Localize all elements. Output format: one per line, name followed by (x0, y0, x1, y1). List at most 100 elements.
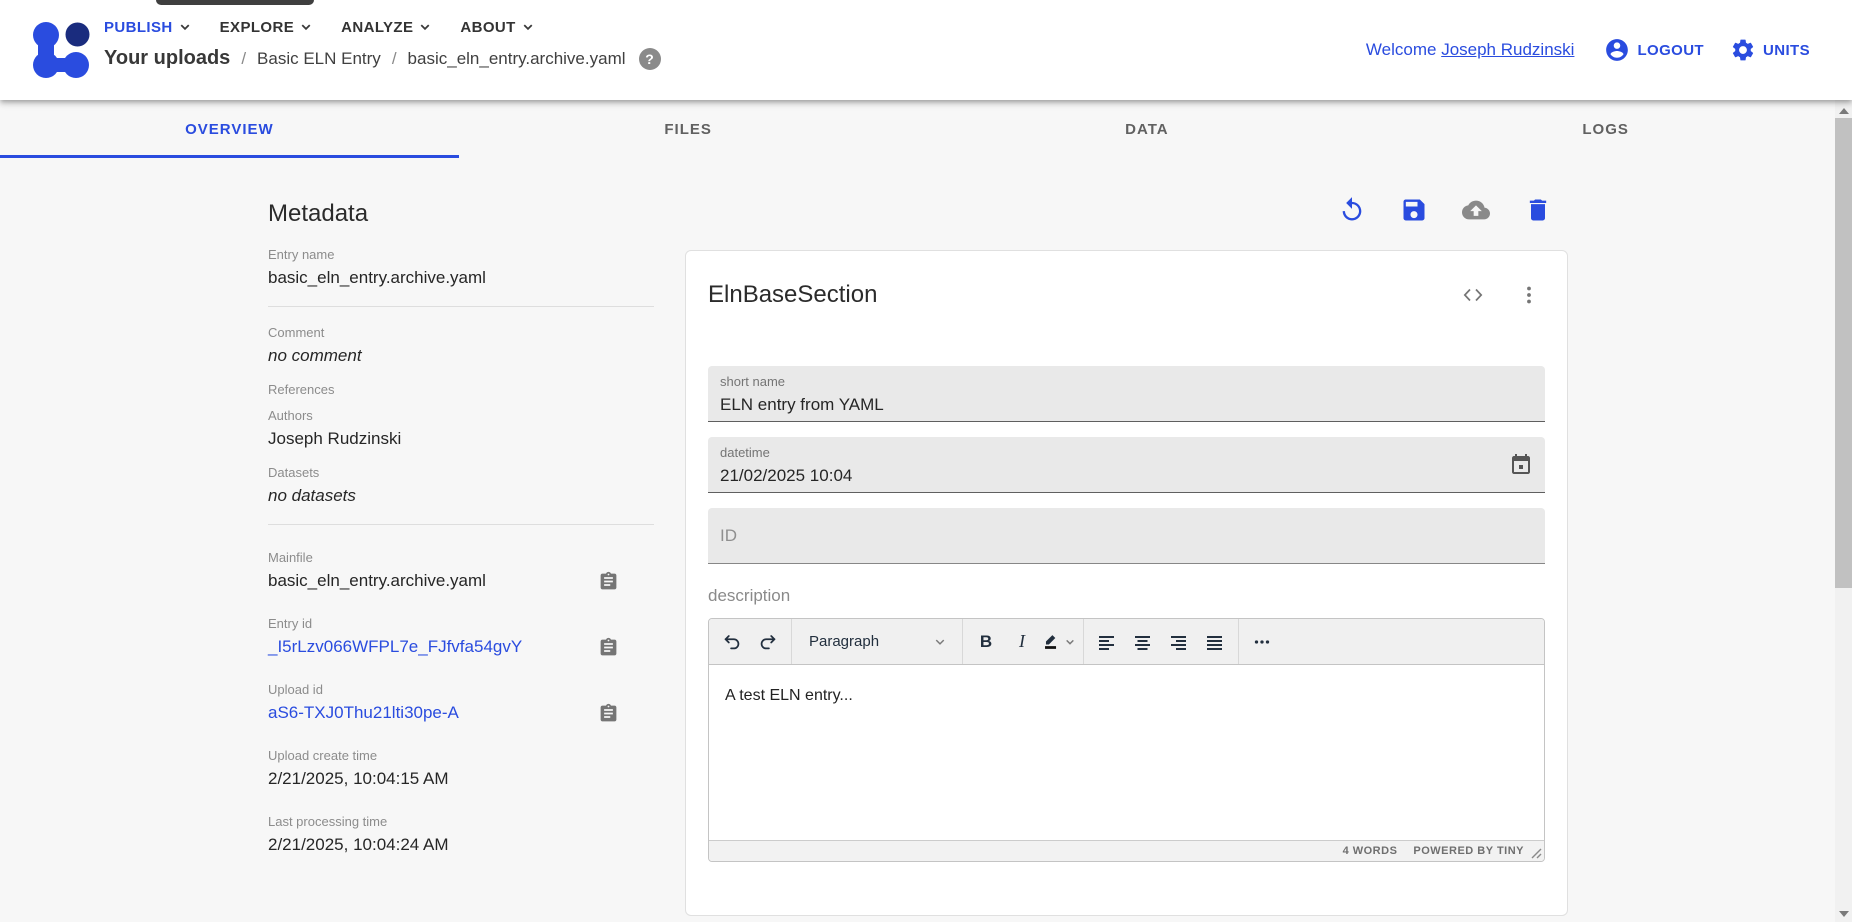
description-editable-area[interactable]: A test ELN entry... (709, 665, 1544, 840)
upload-id-value[interactable]: aS6-TXJ0Thu21lti30pe-A (268, 699, 654, 726)
upload-create-time-label: Upload create time (268, 747, 654, 765)
code-view-button[interactable] (1461, 283, 1485, 307)
copy-entry-id-button[interactable] (598, 637, 619, 658)
datasets-field: Datasets no datasets (268, 464, 654, 509)
menu-publish[interactable]: PUBLISH (104, 18, 194, 36)
chevron-down-icon (416, 18, 434, 36)
italic-button[interactable]: I (1004, 624, 1040, 660)
entry-name-field: Entry name basic_eln_entry.archive.yaml (268, 246, 654, 291)
help-icon[interactable]: ? (639, 48, 661, 70)
save-button[interactable] (1400, 196, 1428, 224)
screen-artifact-bar (156, 0, 314, 5)
chevron-down-icon (1062, 634, 1078, 650)
last-processing-time-value: 2/21/2025, 10:04:24 AM (268, 831, 654, 858)
section-menu-button[interactable] (1517, 283, 1541, 307)
mainfile-label: Mainfile (268, 549, 654, 567)
align-left-button[interactable] (1089, 624, 1125, 660)
menu-publish-label: PUBLISH (104, 19, 173, 36)
welcome-text: Welcome Joseph Rudzinski (1366, 40, 1575, 60)
chevron-down-icon (931, 633, 949, 651)
menu-explore[interactable]: EXPLORE (220, 18, 315, 36)
short-name-input[interactable]: short name ELN entry from YAML (708, 366, 1545, 422)
rich-text-editor: Paragraph B I (708, 618, 1545, 862)
tab-files[interactable]: FILES (459, 100, 918, 158)
breadcrumb-upload-name[interactable]: Basic ELN Entry (257, 49, 381, 69)
gear-icon (1730, 37, 1756, 63)
tab-data[interactable]: DATA (918, 100, 1377, 158)
word-count: 4 WORDS (1343, 845, 1398, 857)
entry-id-value[interactable]: _I5rLzv066WFPL7e_FJfvfa54gvY (268, 633, 654, 660)
references-label: References (268, 381, 654, 399)
tiny-branding[interactable]: POWERED BY TINY (1413, 845, 1524, 857)
tab-overview[interactable]: OVERVIEW (0, 100, 459, 158)
upload-button[interactable] (1462, 196, 1490, 224)
last-processing-time-field: Last processing time 2/21/2025, 10:04:24… (268, 813, 654, 858)
text-color-button[interactable] (1040, 631, 1078, 653)
copy-mainfile-button[interactable] (598, 571, 619, 592)
breadcrumb-your-uploads[interactable]: Your uploads (104, 47, 230, 70)
menu-analyze[interactable]: ANALYZE (341, 18, 434, 36)
mainfile-value: basic_eln_entry.archive.yaml (268, 567, 654, 594)
main-menu: PUBLISH EXPLORE ANALYZE ABOUT (104, 18, 537, 36)
datepicker-button[interactable] (1509, 453, 1533, 477)
scrollbar-thumb[interactable] (1835, 118, 1852, 588)
scroll-up-button[interactable] (1835, 102, 1852, 119)
last-processing-time-label: Last processing time (268, 813, 654, 831)
ellipsis-icon (1251, 631, 1273, 653)
save-icon (1400, 196, 1428, 224)
references-field: References (268, 381, 654, 399)
editor-toolbar: Paragraph B I (709, 619, 1544, 665)
menu-explore-label: EXPLORE (220, 19, 294, 36)
short-name-label: short name (720, 374, 1533, 390)
align-justify-button[interactable] (1197, 624, 1233, 660)
copy-upload-id-button[interactable] (598, 703, 619, 724)
app-header: PUBLISH EXPLORE ANALYZE ABOUT Your uploa… (0, 0, 1852, 100)
comment-value: no comment (268, 342, 654, 369)
authors-value: Joseph Rudzinski (268, 425, 654, 452)
units-label: UNITS (1763, 42, 1810, 59)
id-label: ID (720, 526, 737, 546)
clipboard-icon (598, 703, 619, 724)
upload-create-time-value: 2/21/2025, 10:04:15 AM (268, 765, 654, 792)
paragraph-style-select[interactable]: Paragraph (797, 633, 957, 651)
delete-button[interactable] (1524, 196, 1552, 224)
editor-redo-button[interactable] (750, 624, 786, 660)
clipboard-icon (598, 571, 619, 592)
more-toolbar-button[interactable] (1244, 624, 1280, 660)
align-center-button[interactable] (1125, 624, 1161, 660)
menu-about[interactable]: ABOUT (460, 18, 536, 36)
short-name-value: ELN entry from YAML (720, 392, 1533, 418)
breadcrumb: Your uploads / Basic ELN Entry / basic_e… (104, 47, 661, 70)
units-button[interactable]: UNITS (1730, 37, 1810, 63)
user-name-link[interactable]: Joseph Rudzinski (1441, 40, 1574, 59)
menu-analyze-label: ANALYZE (341, 19, 413, 36)
reload-button[interactable] (1338, 196, 1366, 224)
entry-name-value: basic_eln_entry.archive.yaml (268, 264, 654, 291)
entry-id-field: Entry id _I5rLzv066WFPL7e_FJfvfa54gvY (268, 615, 654, 660)
datetime-input[interactable]: datetime 21/02/2025 10:04 (708, 437, 1545, 493)
upload-create-time-field: Upload create time 2/21/2025, 10:04:15 A… (268, 747, 654, 792)
kebab-menu-icon (1517, 283, 1541, 307)
menu-about-label: ABOUT (460, 19, 515, 36)
nomad-logo[interactable] (30, 21, 92, 79)
align-right-button[interactable] (1161, 624, 1197, 660)
breadcrumb-separator: / (241, 49, 246, 69)
authors-field: Authors Joseph Rudzinski (268, 407, 654, 452)
metadata-panel: Metadata Entry name basic_eln_entry.arch… (268, 200, 654, 879)
id-input[interactable]: ID (708, 508, 1545, 564)
bold-button[interactable]: B (968, 624, 1004, 660)
editor-undo-button[interactable] (714, 624, 750, 660)
resize-handle[interactable] (1531, 848, 1542, 859)
header-actions: Welcome Joseph Rudzinski LOGOUT UNITS (1366, 0, 1810, 100)
tab-logs[interactable]: LOGS (1376, 100, 1835, 158)
italic-icon: I (1019, 631, 1025, 652)
logout-button[interactable]: LOGOUT (1604, 37, 1704, 63)
text-color-icon (1040, 631, 1062, 653)
entry-action-bar (685, 196, 1568, 224)
scroll-down-button[interactable] (1835, 905, 1852, 922)
cloud-upload-icon (1462, 196, 1490, 224)
align-right-icon (1168, 631, 1190, 653)
editor-statusbar: 4 WORDS POWERED BY TINY (709, 840, 1544, 861)
account-circle-icon (1604, 37, 1630, 63)
triangle-up-icon (1839, 108, 1849, 114)
